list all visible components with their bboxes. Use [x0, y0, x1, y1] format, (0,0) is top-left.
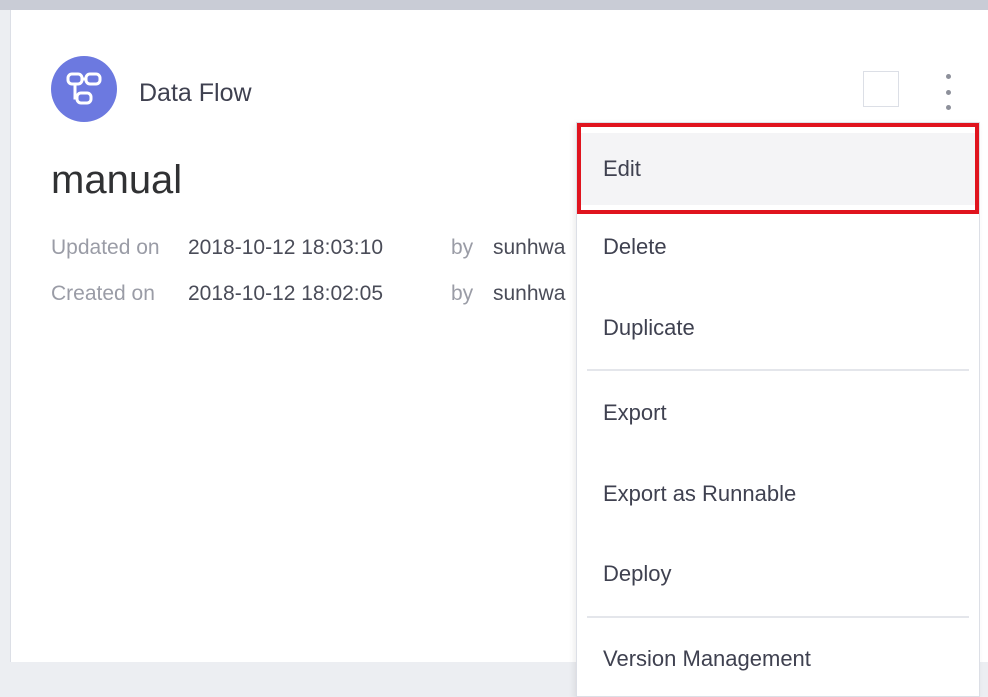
- menu-item-duplicate[interactable]: Duplicate: [577, 292, 979, 364]
- updated-user: sunhwa: [493, 236, 566, 259]
- card-type-label: Data Flow: [139, 79, 252, 107]
- created-value: 2018-10-12 18:02:05: [188, 282, 383, 305]
- menu-divider: [587, 616, 969, 618]
- menu-item-version-management[interactable]: Version Management: [577, 623, 979, 695]
- updated-label: Updated on: [51, 236, 160, 259]
- more-options-icon[interactable]: [935, 70, 961, 114]
- created-row: Created on 2018-10-12 18:02:05 by sunhwa: [51, 282, 565, 306]
- updated-row: Updated on 2018-10-12 18:03:10 by sunhwa: [51, 236, 565, 260]
- menu-item-edit[interactable]: Edit: [577, 133, 979, 205]
- data-flow-icon: [51, 56, 117, 122]
- menu-item-export-as-runnable[interactable]: Export as Runnable: [577, 458, 979, 530]
- card-actions-menu: Edit Delete Duplicate Export Export as R…: [576, 122, 980, 697]
- menu-item-delete[interactable]: Delete: [577, 211, 979, 283]
- menu-divider: [587, 369, 969, 371]
- created-by-label: by: [451, 282, 474, 305]
- updated-value: 2018-10-12 18:03:10: [188, 236, 383, 259]
- card-title[interactable]: manual: [51, 158, 182, 203]
- created-label: Created on: [51, 282, 155, 305]
- select-checkbox[interactable]: [863, 71, 899, 107]
- top-strip: [0, 0, 988, 10]
- more-dot: [945, 89, 951, 95]
- more-dot: [945, 74, 951, 79]
- menu-item-export[interactable]: Export: [577, 377, 979, 449]
- more-dot: [945, 105, 951, 110]
- created-user: sunhwa: [493, 282, 566, 305]
- menu-item-deploy[interactable]: Deploy: [577, 538, 979, 610]
- updated-by-label: by: [451, 236, 474, 259]
